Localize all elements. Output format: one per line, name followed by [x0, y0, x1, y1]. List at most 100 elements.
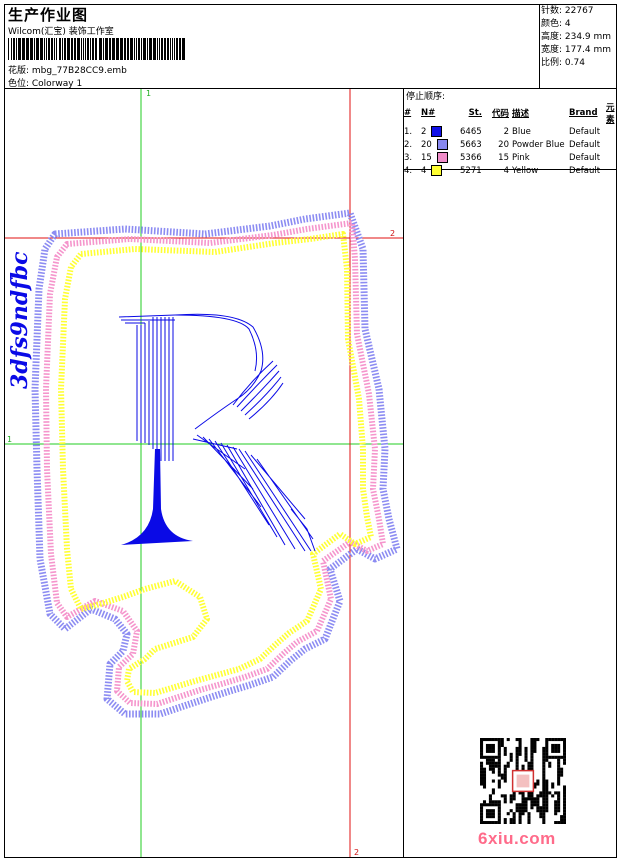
- barcode-bar: [172, 38, 173, 60]
- qr-module: [530, 738, 534, 742]
- barcode-bar: [124, 38, 126, 60]
- qr-module: [497, 752, 501, 756]
- qr-module: [554, 806, 558, 810]
- qr-module: [488, 803, 492, 807]
- qr-module: [497, 749, 501, 753]
- barcode-bar: [164, 38, 166, 60]
- qr-module: [557, 782, 561, 786]
- qr-module: [480, 746, 484, 750]
- qr-module: [533, 803, 537, 807]
- header-divider: [539, 4, 540, 88]
- qr-module: [485, 809, 489, 813]
- qr-module: [533, 797, 537, 801]
- qr-module: [485, 761, 489, 765]
- qr-module: [503, 749, 507, 753]
- qr-module: [563, 794, 566, 798]
- embroidery-preview: 1 1 2 2 3dfs9ndfbc: [5, 89, 403, 857]
- qr-module: [518, 740, 522, 745]
- qr-module: [515, 749, 519, 753]
- row-stitches: 5663: [460, 139, 482, 150]
- qr-module: [488, 755, 492, 759]
- qr-module: [557, 770, 561, 774]
- qr-module: [551, 755, 555, 759]
- row-description: Blue: [512, 126, 531, 137]
- qr-module: [497, 770, 501, 774]
- row-number-text: 4: [421, 166, 427, 176]
- qr-module: [542, 818, 546, 822]
- border-powder-blue: [31, 209, 401, 718]
- barcode-bar: [46, 38, 47, 60]
- qr-module: [554, 803, 558, 807]
- qr-seal-inner: [516, 774, 530, 788]
- qr-module: [545, 794, 549, 798]
- qr-module: [551, 743, 555, 747]
- row-code: 2: [503, 126, 509, 137]
- qr-module: [494, 764, 498, 768]
- qr-module: [503, 773, 507, 777]
- qr-module: [497, 767, 501, 771]
- barcode-bar: [26, 38, 29, 60]
- qr-module: [533, 740, 537, 745]
- qr-module: [563, 815, 566, 819]
- color-row: 2. 20 5663 20 Powder Blue Default: [404, 138, 620, 151]
- qr-module: [530, 761, 534, 765]
- qr-module: [500, 738, 504, 742]
- barcode-bar: [141, 38, 142, 60]
- qr-module: [485, 821, 489, 824]
- color-count: 颜色: 4: [541, 19, 571, 29]
- qr-module: [536, 738, 540, 742]
- qr-module: [497, 755, 501, 759]
- qr-module: [509, 797, 513, 801]
- qr-module: [542, 788, 546, 792]
- qr-module: [563, 785, 566, 789]
- guide-label-h1: 1: [7, 435, 12, 444]
- barcode-bar: [103, 38, 104, 60]
- qr-module: [518, 806, 522, 810]
- r-bowl: [174, 313, 284, 430]
- qr-module: [488, 743, 492, 747]
- qr-module: [512, 815, 516, 819]
- qr-module: [524, 797, 528, 801]
- qr-module: [497, 740, 501, 745]
- qr-module: [533, 738, 537, 742]
- qr-module: [533, 800, 537, 804]
- qr-module: [545, 755, 549, 759]
- qr-module: [542, 761, 546, 765]
- row-index: 3.: [404, 152, 413, 163]
- row-elements: [606, 164, 620, 177]
- qr-module: [560, 773, 564, 777]
- qr-module: [485, 812, 489, 816]
- qr-module: [518, 818, 522, 822]
- qr-module: [512, 821, 516, 824]
- barcode-bar: [34, 38, 35, 60]
- qr-module: [480, 815, 484, 819]
- design-width: 宽度: 177.4 mm: [541, 45, 612, 55]
- qr-module: [491, 779, 495, 783]
- qr-module: [503, 794, 507, 798]
- qr-module: [491, 738, 495, 742]
- qr-module: [563, 800, 566, 804]
- qr-module: [482, 821, 487, 824]
- qr-module: [554, 821, 558, 824]
- qr-module: [524, 806, 528, 810]
- qr-module: [563, 809, 566, 813]
- qr-module: [494, 803, 498, 807]
- qr-module: [545, 758, 549, 762]
- qr-module: [539, 794, 543, 798]
- row-index: 1.: [404, 126, 413, 137]
- row-number: 15: [421, 151, 460, 164]
- qr-module: [545, 809, 549, 813]
- barcode-bar: [77, 38, 80, 60]
- row-brand: Default: [569, 165, 601, 176]
- qr-module: [521, 794, 525, 798]
- qr-module: [530, 794, 534, 798]
- qr-module: [527, 818, 531, 822]
- barcode-bar: [40, 38, 43, 60]
- qr-module: [488, 749, 492, 753]
- qr-module: [480, 738, 484, 742]
- qr-module: [557, 773, 561, 777]
- qr-module: [551, 749, 555, 753]
- design-height: 高度: 234.9 mm: [541, 32, 612, 42]
- qr-code: [480, 738, 566, 824]
- qr-module: [563, 803, 566, 807]
